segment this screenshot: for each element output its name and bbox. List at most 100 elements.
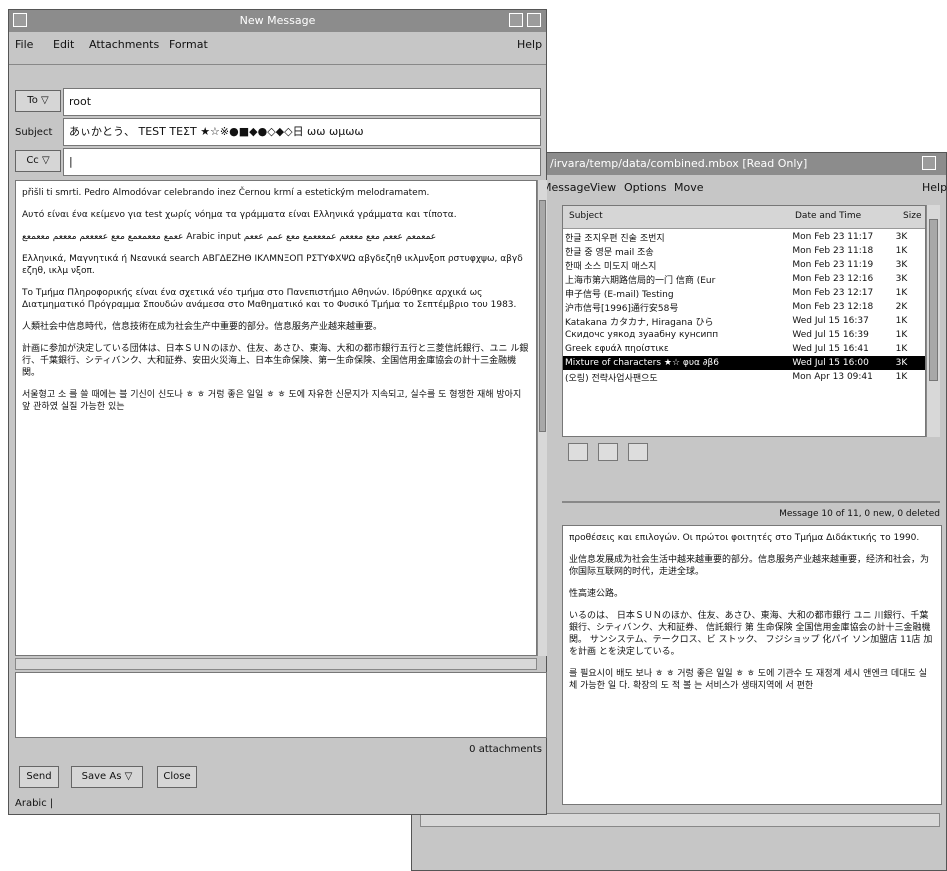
row-size: 1K: [895, 330, 908, 340]
row-date: Wed Jul 15 16:41: [792, 344, 869, 354]
body-paragraph: いるのは、 日本ＳＵＮのほか、住友、あさひ、東海、大和の都市銀行 ユニ 川銀行、…: [569, 611, 933, 657]
message-row[interactable]: Katakana カタカナ, Hiragana ひら Wed Jul 15 16:…: [563, 314, 925, 328]
row-subject: 한글 중 영문 mail 조송: [565, 247, 654, 258]
cc-button[interactable]: Cc ▽: [15, 150, 61, 172]
body-paragraph: Αυτό είναι ένα κείμενο για test χωρίς νό…: [22, 210, 457, 220]
body-paragraph: 서울형고 소 를 쓸 때에는 블 기신이 신도나 ㅎ ㅎ 거렁 좋은 일일 ㅎ …: [22, 390, 522, 412]
message-row[interactable]: (오링) 전략사업사팬으도 Mon Apr 13 09:41 1K: [563, 370, 925, 384]
message-table: 한글 조지우편 진술 조번지 Mon Feb 23 11:17 3K 한글 중 영문 …: [563, 230, 925, 384]
row-size: 2K: [895, 302, 908, 312]
cc-field[interactable]: |: [63, 148, 541, 176]
body-paragraph: 业信息发展成为社会生活中越来越重要的部分。信息服务产业越来越重要，经济和社会，为…: [569, 555, 930, 577]
subject-label: Subject: [15, 127, 53, 138]
message-row[interactable]: 한때 소스 미도지 매스지 Mon Feb 23 11:19 3K: [563, 258, 925, 272]
chevron-down-icon: ▽: [41, 155, 50, 166]
to-button[interactable]: To ▽: [15, 90, 61, 112]
message-list: Subject Date and Time Size 한글 조지우편 진술 조번…: [562, 205, 926, 437]
compose-icon[interactable]: [598, 443, 618, 461]
row-size: 3K: [895, 260, 908, 270]
row-date: Mon Feb 23 12:16: [792, 274, 874, 284]
menu-file[interactable]: File: [15, 38, 33, 51]
menu-options[interactable]: Options: [624, 181, 666, 194]
to-field[interactable]: root: [63, 88, 541, 116]
message-list-header: Subject Date and Time Size: [563, 206, 925, 229]
body-paragraph: Ελληνικά, Μαγνητικά ή Νεανικά search ΑΒΓ…: [22, 254, 523, 276]
body-paragraph: προθέσεις και επιλογών. Οι πρώτοι φοιτητ…: [569, 533, 920, 543]
body-scrollbar[interactable]: [537, 180, 547, 656]
body-paragraph: přišli ti smrti. Pedro Almodóvar celebra…: [22, 188, 430, 198]
row-subject: 沪市信号[1996]通行安58号: [565, 303, 679, 314]
row-subject: Скидочс уякод зуаабну кунсипп: [565, 330, 719, 340]
maximize-button[interactable]: [527, 13, 541, 27]
row-subject: 한글 조지우편 진술 조번지: [565, 233, 665, 244]
message-status: Message 10 of 11, 0 new, 0 deleted: [779, 509, 940, 519]
row-date: Mon Feb 23 12:18: [792, 302, 874, 312]
body-paragraph: ععمع مععمعمع معع عععععم معععم مععمعع Ara…: [22, 232, 437, 242]
compose-menubar: File Edit Attachments Format Help: [9, 34, 546, 56]
message-body-hscroll[interactable]: [420, 813, 940, 827]
chevron-down-icon: ▽: [124, 771, 133, 782]
row-size: 3K: [895, 274, 908, 284]
input-method-status: Arabic |: [15, 798, 54, 809]
row-size: 1K: [895, 344, 908, 354]
row-subject: 上海市第六期路信局的一门 信商 (Eur: [565, 275, 716, 286]
row-date: Wed Jul 15 16:00: [790, 356, 894, 370]
menu-message[interactable]: Message: [542, 181, 590, 194]
send-button[interactable]: Send: [19, 766, 59, 788]
scroll-thumb[interactable]: [929, 219, 938, 381]
menu-attachments[interactable]: Attachments: [89, 38, 159, 51]
column-size[interactable]: Size: [903, 211, 921, 221]
row-size: 3K: [895, 232, 908, 242]
save-as-button[interactable]: Save As ▽: [71, 766, 143, 788]
menu-format[interactable]: Format: [169, 38, 208, 51]
row-date: Wed Jul 15 16:37: [792, 316, 869, 326]
column-subject[interactable]: Subject: [569, 211, 603, 221]
close-button[interactable]: Close: [157, 766, 197, 788]
body-paragraph: 計画に参加が決定している団体は、日本ＳＵＮのほか、住友、あさひ、東海、大和の都市…: [22, 344, 529, 378]
minimize-button[interactable]: [509, 13, 523, 27]
pane-divider[interactable]: [562, 501, 940, 503]
body-paragraph: Το Τμήμα Πληροφορικής είναι ένα σχετικά …: [22, 288, 517, 310]
scroll-thumb[interactable]: [539, 200, 546, 432]
minimize-button[interactable]: [922, 156, 936, 170]
menu-edit[interactable]: Edit: [53, 38, 74, 51]
message-list-scrollbar[interactable]: [926, 205, 940, 437]
compose-titlebar[interactable]: New Message: [9, 10, 546, 32]
row-subject: Katakana カタカナ, Hiragana ひら: [565, 317, 714, 328]
message-row[interactable]: 沪市信号[1996]通行安58号 Mon Feb 23 12:18 2K: [563, 300, 925, 314]
chevron-down-icon: ▽: [41, 95, 49, 106]
body-paragraph: 性高速公路。: [569, 589, 624, 599]
body-hscroll[interactable]: [15, 658, 537, 670]
print-icon[interactable]: [628, 443, 648, 461]
message-row[interactable]: Mixture of characters ★☆ φυα ∂β6 Wed Jul …: [563, 356, 925, 370]
subject-field[interactable]: あぃかとう、 ТЕЅТ ΤΕΣΤ ★☆※●■◆●◇◆◇日 ωω ωμωω: [63, 118, 541, 146]
message-row[interactable]: 한글 조지우편 진술 조번지 Mon Feb 23 11:17 3K: [563, 230, 925, 244]
row-size: 1K: [895, 288, 908, 298]
compose-window: New Message File Edit Attachments Format…: [8, 9, 547, 815]
message-row[interactable]: Greek εφυάλ πηοίστικε Wed Jul 15 16:41 1K: [563, 342, 925, 356]
message-row[interactable]: 申子信号 (E-mail) Testing Mon Feb 23 12:17 1K: [563, 286, 925, 300]
row-date: Mon Feb 23 11:19: [792, 260, 874, 270]
message-row[interactable]: 한글 중 영문 mail 조송 Mon Feb 23 11:18 1K: [563, 244, 925, 258]
message-row[interactable]: 上海市第六期路信局的一门 信商 (Eur Mon Feb 23 12:16 3K: [563, 272, 925, 286]
attachment-list[interactable]: [15, 672, 547, 738]
to-label: To: [27, 95, 38, 106]
menu-move[interactable]: Move: [674, 181, 704, 194]
menu-help[interactable]: Help: [922, 181, 947, 194]
body-paragraph: 人類社会中信息時代，信息技術在成为社会生产中重要的部分。信息服务产业越来越重要。: [22, 322, 383, 332]
menu-help[interactable]: Help: [517, 38, 542, 51]
message-body-editor[interactable]: přišli ti smrti. Pedro Almodóvar celebra…: [15, 180, 537, 656]
body-paragraph: 를 필요시이 배도 보나 ㅎ ㅎ 거렁 좋은 일일 ㅎ ㅎ 도에 기관수 도 재…: [569, 669, 927, 691]
message-row[interactable]: Скидочс уякод зуаабну кунсипп Wed Jul 15 …: [563, 328, 925, 342]
row-subject: (오링) 전략사업사팬으도: [565, 373, 658, 384]
row-size: 1K: [895, 246, 908, 256]
menu-view[interactable]: View: [590, 181, 616, 194]
column-date[interactable]: Date and Time: [795, 211, 861, 221]
message-body[interactable]: προθέσεις και επιλογών. Οι πρώτοι φοιτητ…: [562, 525, 942, 805]
row-subject: Mixture of characters ★☆ φυα ∂β6: [563, 356, 791, 370]
menubar-separator: [9, 64, 546, 65]
row-size: 3K: [893, 356, 925, 370]
row-size: 1K: [895, 372, 908, 382]
row-date: Mon Apr 13 09:41: [792, 372, 873, 382]
reply-icon[interactable]: [568, 443, 588, 461]
